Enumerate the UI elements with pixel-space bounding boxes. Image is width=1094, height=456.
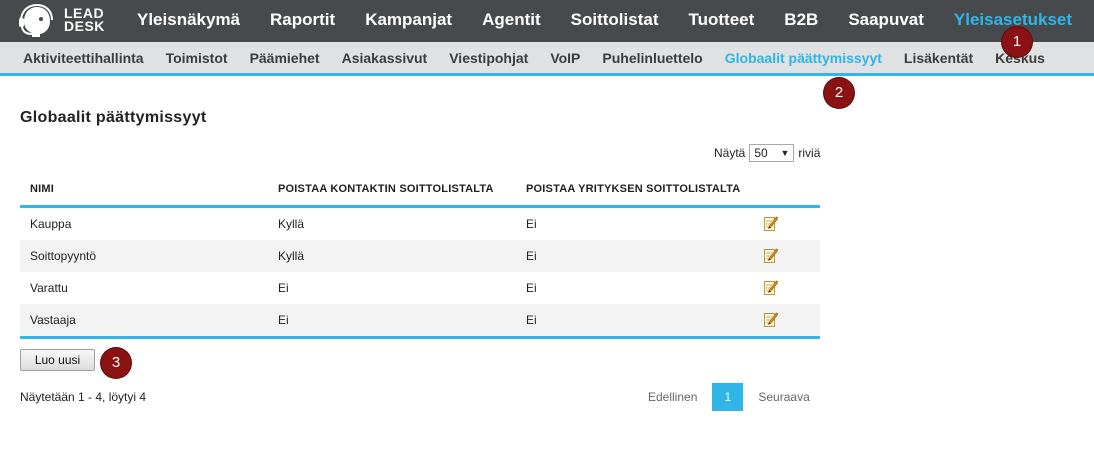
- topnav-item-saapuvat[interactable]: Saapuvat: [848, 0, 924, 42]
- subnav-item-paamiehet[interactable]: Päämiehet: [250, 42, 320, 74]
- pencil-edit-icon[interactable]: [764, 216, 778, 232]
- cell-name: Kauppa: [30, 217, 72, 231]
- pagination-page-current[interactable]: 1: [712, 383, 744, 411]
- create-new-button[interactable]: Luo uusi: [20, 349, 95, 371]
- subnav-item-globaalit-paattymissyyt[interactable]: Globaalit päättymissyyt: [725, 42, 882, 74]
- page-title: Globaalit päättymissyyt: [20, 109, 207, 126]
- topnav-item-kampanjat[interactable]: Kampanjat: [365, 0, 452, 42]
- topnav-item-soittolistat[interactable]: Soittolistat: [571, 0, 659, 42]
- rows-prefix-label: Näytä: [714, 146, 746, 160]
- pencil-edit-icon[interactable]: [764, 280, 778, 296]
- pencil-edit-icon[interactable]: [764, 248, 778, 264]
- annotation-marker-2: 2: [824, 78, 854, 108]
- sub-navigation-bar: Aktiviteettihallinta Toimistot Päämiehet As…: [0, 42, 1094, 74]
- end-reasons-table: NIMI POISTAA KONTAKTIN SOITTOLISTALTA PO…: [20, 172, 820, 339]
- topnav-item-raportit[interactable]: Raportit: [270, 0, 335, 42]
- cell-name: Vastaaja: [30, 313, 76, 327]
- rows-per-page-value: 50: [754, 146, 768, 160]
- cell-remove-contact: Ei: [278, 281, 289, 295]
- table-bottom-border: [20, 336, 820, 339]
- subnav-item-toimistot[interactable]: Toimistot: [166, 42, 228, 74]
- cell-name: Soittopyyntö: [30, 249, 97, 263]
- subnav-item-asiakassivut[interactable]: Asiakassivut: [342, 42, 428, 74]
- cell-remove-company: Ei: [526, 313, 537, 327]
- cell-remove-company: Ei: [526, 281, 537, 295]
- app-root: LEAD DESK Yleisnäkymä Raportit Kampanjat Ag…: [0, 0, 1094, 456]
- chevron-down-icon: ▼: [780, 148, 790, 158]
- subnav-item-puhelinluettelo[interactable]: Puhelinluettelo: [602, 42, 702, 74]
- topnav-item-agentit[interactable]: Agentit: [482, 0, 541, 42]
- main-menu: Yleisnäkymä Raportit Kampanjat Agentit Soitt…: [137, 0, 1094, 42]
- rows-per-page-select[interactable]: 50 ▼: [749, 144, 795, 162]
- cell-actions: [764, 216, 820, 232]
- table-row: Vastaaja Ei Ei: [20, 304, 820, 336]
- topnav-item-yleisnakyma[interactable]: Yleisnäkymä: [137, 0, 240, 42]
- pagination: Edellinen 1 Seuraava: [636, 383, 822, 411]
- logo-text: LEAD DESK: [64, 6, 105, 34]
- result-count: Näytetään 1 - 4, löytyi 4: [20, 390, 147, 404]
- headset-logo-icon: [19, 4, 53, 37]
- cell-actions: [764, 280, 820, 296]
- table-row: Soittopyyntö Kyllä Ei: [20, 240, 820, 272]
- cell-remove-contact: Ei: [278, 313, 289, 327]
- column-header-remove-company[interactable]: POISTAA YRITYKSEN SOITTOLISTALTA: [516, 183, 764, 195]
- column-header-remove-contact[interactable]: POISTAA KONTAKTIN SOITTOLISTALTA: [268, 183, 516, 195]
- subnav-item-aktiviteettihallinta[interactable]: Aktiviteettihallinta: [23, 42, 144, 74]
- top-navigation-bar: LEAD DESK Yleisnäkymä Raportit Kampanjat Ag…: [0, 0, 1094, 42]
- sub-menu: Aktiviteettihallinta Toimistot Päämiehet As…: [23, 42, 1067, 74]
- cell-name: Varattu: [30, 281, 68, 295]
- column-header-name[interactable]: NIMI: [20, 183, 268, 195]
- table-row: Kauppa Kyllä Ei: [20, 208, 820, 240]
- subnav-item-viestipohjat[interactable]: Viestipohjat: [449, 42, 528, 74]
- pencil-edit-icon[interactable]: [764, 312, 778, 328]
- subnav-item-voip[interactable]: VoIP: [550, 42, 580, 74]
- leaddesk-logo[interactable]: LEAD DESK: [18, 4, 118, 38]
- table-header-row: NIMI POISTAA KONTAKTIN SOITTOLISTALTA PO…: [20, 172, 820, 208]
- cell-actions: [764, 312, 820, 328]
- rows-per-page-control: Näytä 50 ▼ riviä: [714, 144, 820, 162]
- sub-navigation-underline: [0, 73, 1094, 76]
- cell-remove-company: Ei: [526, 249, 537, 263]
- annotation-marker-1: 1: [1002, 27, 1032, 57]
- cell-remove-company: Ei: [526, 217, 537, 231]
- topnav-item-tuotteet[interactable]: Tuotteet: [689, 0, 755, 42]
- rows-suffix-label: riviä: [798, 146, 821, 160]
- annotation-marker-3: 3: [101, 348, 131, 378]
- cell-actions: [764, 248, 820, 264]
- cell-remove-contact: Kyllä: [278, 217, 305, 231]
- subnav-item-lisakentat[interactable]: Lisäkentät: [904, 42, 973, 74]
- logo-text-line2: DESK: [64, 18, 105, 34]
- table-body: Kauppa Kyllä Ei Soittopyyntö Kyllä Ei Varattu E…: [20, 208, 820, 336]
- topnav-item-b2b[interactable]: B2B: [784, 0, 818, 42]
- table-row: Varattu Ei Ei: [20, 272, 820, 304]
- pagination-previous[interactable]: Edellinen: [636, 390, 709, 404]
- cell-remove-contact: Kyllä: [278, 249, 305, 263]
- pagination-next[interactable]: Seuraava: [746, 390, 821, 404]
